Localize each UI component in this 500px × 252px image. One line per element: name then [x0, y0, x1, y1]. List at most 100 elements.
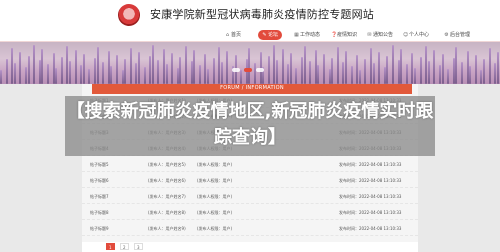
nav-item-knowledge[interactable]: ❓疫情知识	[331, 30, 357, 40]
nav-item-label: 首页	[231, 32, 242, 38]
banner-carousel	[0, 42, 500, 84]
lavender-stalk	[331, 58, 334, 84]
lavender-stalk	[240, 70, 243, 84]
lavender-stalk	[425, 46, 428, 84]
lavender-stalk	[400, 49, 403, 84]
lavender-stalk	[5, 59, 8, 84]
lavender-stalk	[301, 57, 303, 84]
list-item[interactable]: 帖子标题9 (发布人：用户姓名9) (发布人权限：用户) 发布时间：2022-04-0…	[82, 222, 418, 236]
lavender-stalk	[207, 69, 209, 84]
post-time: 发布时间：2022-04-08 13:10:33	[339, 226, 402, 231]
list-item[interactable]: 帖子标题7 (发布人：用户姓名7) (发布人权限：用户) 发布时间：2022-04-0…	[82, 190, 418, 204]
post-author: (发布人：用户姓名6)	[148, 178, 186, 183]
lavender-stalk	[289, 53, 292, 84]
lavender-stalk	[138, 52, 140, 84]
lavender-stalk	[370, 48, 372, 84]
lavender-stalk	[295, 68, 298, 84]
lavender-stalk	[41, 49, 44, 84]
carousel-dot[interactable]	[232, 68, 240, 72]
lavender-stalk	[364, 59, 367, 84]
lavender-stalk	[11, 48, 14, 84]
carousel-dot[interactable]	[256, 68, 264, 72]
lavender-stalk	[220, 62, 223, 84]
list-item[interactable]: 帖子标题8 (发布人：用户姓名8) (发布人权限：用户) 发布时间：2022-04-0…	[82, 206, 418, 220]
lavender-stalk	[303, 46, 306, 84]
post-permission: (发布人权限：用户)	[197, 210, 233, 215]
list-item[interactable]: 帖子标题5 (发布人：用户姓名5) (发布人权限：用户) 发布时间：2022-04-0…	[82, 158, 418, 172]
page-button[interactable]: 2	[120, 243, 129, 250]
forum-header-title: FORUM / INFORMATION	[220, 85, 284, 91]
post-title[interactable]: 帖子标题6	[90, 178, 109, 184]
post-time: 发布时间：2022-04-08 13:10:33	[339, 210, 402, 215]
lavender-stalk	[378, 52, 381, 84]
post-title[interactable]: 帖子标题8	[90, 210, 109, 216]
lavender-stalk	[179, 57, 182, 84]
site-title: 安康学院新型冠状病毒肺炎疫情防控专题网站	[150, 8, 374, 21]
lavender-stalk	[455, 47, 458, 84]
work-icon: ▦	[294, 32, 299, 38]
lavender-stalk	[163, 49, 165, 84]
lavender-stalk	[110, 66, 113, 84]
lavender-stalk	[281, 49, 284, 84]
lavender-stalk	[488, 48, 491, 84]
lavender-stalk	[94, 58, 96, 84]
post-permission: (发布人权限：用户)	[197, 178, 233, 183]
lavender-stalk	[19, 52, 22, 84]
lavender-stalk	[317, 65, 320, 84]
lavender-stalk	[287, 64, 290, 84]
user-icon: ☺	[403, 32, 409, 38]
lavender-stalk	[447, 69, 450, 84]
lavender-stalk	[60, 57, 63, 84]
post-title[interactable]: 帖子标题9	[90, 226, 109, 232]
post-title[interactable]: 帖子标题5	[90, 162, 109, 168]
page-button[interactable]: 3	[134, 243, 143, 250]
nav-item-work[interactable]: ▦工作动态	[294, 30, 320, 40]
post-author: (发布人：用户姓名7)	[148, 194, 186, 199]
lavender-stalk	[226, 51, 229, 84]
lavender-stalk	[469, 66, 472, 84]
lavender-stalk	[248, 48, 251, 84]
main-nav: ⌂ 首页 ✎论坛 ▦工作动态 ❓疫情知识 ✉通知公告 ☺个人中心 ⚙后台管理	[0, 28, 500, 42]
lavender-stalk	[309, 61, 312, 84]
lavender-stalk	[254, 63, 256, 84]
post-author: (发布人：用户姓名9)	[148, 226, 186, 231]
carousel-dot[interactable]	[244, 68, 252, 72]
post-author: (发布人：用户姓名8)	[148, 210, 186, 215]
lavender-stalk	[69, 61, 71, 84]
lavender-stalk	[372, 63, 375, 84]
lavender-stalk	[419, 57, 422, 84]
nav-item-user[interactable]: ☺个人中心	[403, 30, 429, 40]
post-permission: (发布人权限：用户)	[197, 226, 233, 231]
nav-item-forum[interactable]: ✎论坛	[258, 30, 283, 40]
lavender-stalk	[116, 55, 118, 84]
lavender-stalk	[193, 50, 196, 84]
lavender-stalk	[441, 54, 444, 84]
nav-item-notice[interactable]: ✉通知公告	[367, 30, 393, 40]
school-logo-icon	[118, 4, 140, 26]
lavender-stalk	[96, 47, 99, 84]
knowledge-icon: ❓	[331, 32, 338, 38]
lavender-stalk	[358, 70, 361, 84]
lavender-stalk	[124, 59, 127, 84]
nav-item-admin[interactable]: ⚙后台管理	[444, 30, 470, 40]
lavender-stalk	[414, 68, 416, 84]
page-button[interactable]: 1	[106, 243, 115, 250]
lavender-stalk	[267, 56, 270, 84]
lavender-stalk	[433, 50, 436, 84]
lavender-stalk	[80, 65, 83, 84]
list-item[interactable]: 帖子标题6 (发布人：用户姓名6) (发布人权限：用户) 发布时间：2022-04-0…	[82, 174, 418, 188]
post-time: 发布时间：2022-04-08 13:10:33	[339, 178, 402, 183]
page: 安康学院新型冠状病毒肺炎疫情防控专题网站 ⌂ 首页 ✎论坛 ▦工作动态 ❓疫情知识 ✉通知…	[0, 0, 500, 252]
lavender-stalk	[474, 55, 477, 84]
lavender-stalk	[102, 62, 105, 84]
lavender-stalk	[345, 51, 347, 84]
lavender-stalk	[13, 63, 16, 84]
nav-item-home[interactable]: ⌂ 首页	[225, 30, 241, 40]
forum-icon: ✎	[262, 32, 267, 38]
lavender-stalk	[33, 45, 36, 84]
post-time: 发布时间：2022-04-08 13:10:33	[339, 194, 402, 199]
lavender-stalk	[198, 65, 201, 84]
post-title[interactable]: 帖子标题7	[90, 194, 109, 200]
lavender-stalk	[165, 64, 168, 84]
lavender-stalk	[171, 53, 174, 84]
